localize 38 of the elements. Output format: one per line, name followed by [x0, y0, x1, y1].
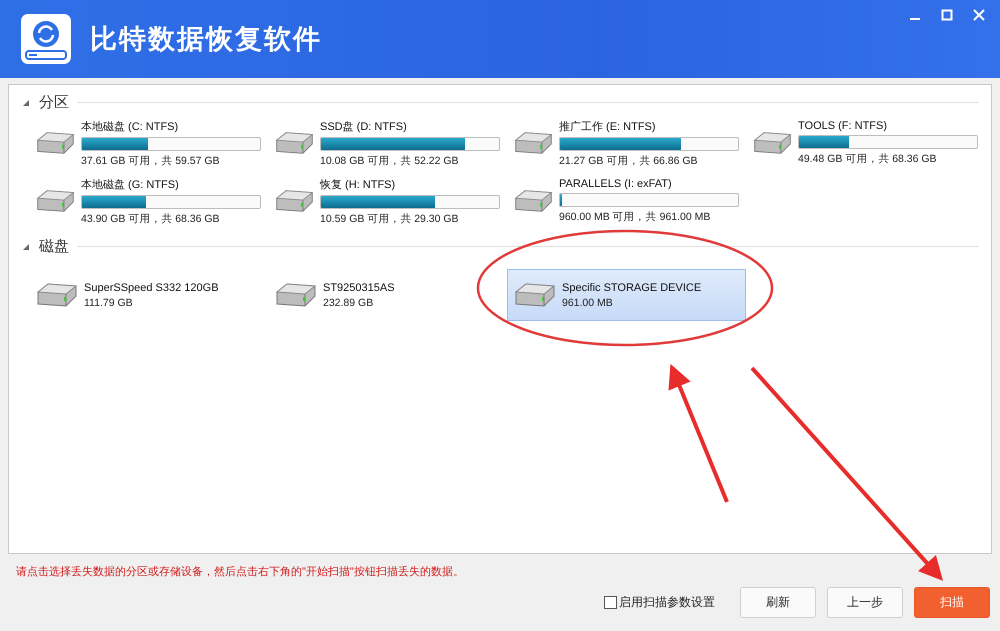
disk-item[interactable]: ST9250315AS 232.89 GB [268, 269, 507, 321]
section-title: 磁盘 [39, 236, 69, 256]
drive-size: 43.90 GB 可用，共 68.36 GB [81, 212, 221, 226]
drive-size: 232.89 GB [323, 296, 374, 308]
disk-item[interactable]: SuperSSpeed S332 120GB 111.79 GB [29, 269, 268, 321]
drive-size: 960.00 MB 可用，共 961.00 MB [559, 210, 712, 224]
drive-size: 10.59 GB 可用，共 29.30 GB [320, 212, 460, 226]
partition-item[interactable]: PARALLELS (I: exFAT) 960.00 MB 可用，共 961.00 MB [507, 175, 746, 227]
drive-size: 10.08 GB 可用，共 52.22 GB [320, 154, 460, 168]
drive-size: 49.48 GB 可用，共 68.36 GB [798, 152, 938, 166]
checkbox-icon[interactable] [604, 596, 617, 609]
partition-item[interactable]: TOOLS (F: NTFS) 49.48 GB 可用，共 68.36 GB [746, 117, 985, 169]
drive-size: 21.27 GB 可用，共 66.86 GB [559, 154, 699, 168]
partition-item[interactable]: 本地磁盘 (C: NTFS) 37.61 GB 可用，共 59.57 GB [29, 117, 268, 169]
action-button[interactable]: 上一步 [827, 587, 903, 618]
drive-name: 推广工作 (E: NTFS) [559, 120, 657, 134]
hint-text: 请点击选择丢失数据的分区或存储设备，然后点击右下角的"开始扫描"按钮扫描丢失的数据。 [15, 564, 465, 579]
section-title: 分区 [39, 92, 69, 112]
drive-size: 37.61 GB 可用，共 59.57 GB [81, 154, 221, 168]
drive-name: ST9250315AS [323, 282, 395, 294]
partition-item[interactable]: SSD盘 (D: NTFS) 10.08 GB 可用，共 52.22 GB [268, 117, 507, 169]
partition-item[interactable]: 恢复 (H: NTFS) 10.59 GB 可用，共 29.30 GB [268, 175, 507, 227]
drive-size: 961.00 MB [562, 296, 614, 308]
window-title: 比特数据恢复软件 [90, 23, 322, 56]
action-button[interactable]: 刷新 [740, 587, 816, 618]
drive-name: 本地磁盘 (C: NTFS) [81, 120, 180, 134]
drive-name: TOOLS (F: NTFS) [798, 120, 888, 132]
drive-name: Specific STORAGE DEVICE [562, 282, 702, 294]
drive-name: 本地磁盘 (G: NTFS) [81, 178, 180, 192]
partition-item[interactable]: 本地磁盘 (G: NTFS) 43.90 GB 可用，共 68.36 GB [29, 175, 268, 227]
drive-name: 恢复 (H: NTFS) [320, 178, 396, 192]
drive-size: 111.79 GB [84, 296, 134, 308]
disk-item[interactable]: Specific STORAGE DEVICE 961.00 MB [507, 269, 746, 321]
drive-name: PARALLELS (I: exFAT) [559, 178, 673, 190]
drive-name: SuperSSpeed S332 120GB [84, 282, 219, 294]
partition-item[interactable]: 推广工作 (E: NTFS) 21.27 GB 可用，共 66.86 GB [507, 117, 746, 169]
drive-name: SSD盘 (D: NTFS) [320, 120, 408, 134]
app-logo-icon [20, 13, 72, 65]
